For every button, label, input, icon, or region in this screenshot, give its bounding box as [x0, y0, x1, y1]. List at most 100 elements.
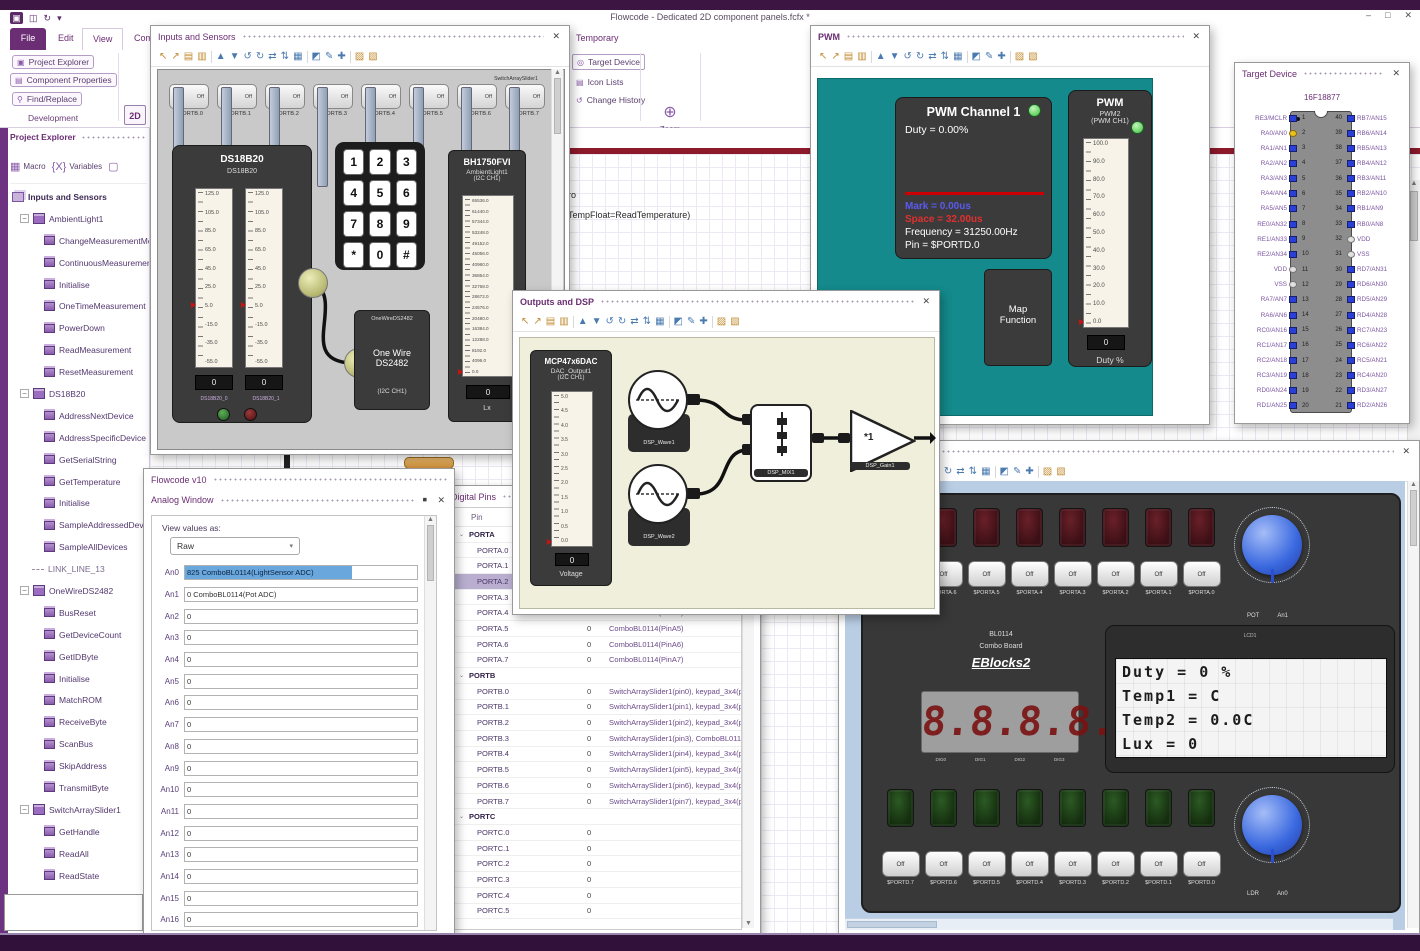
- dac-scale[interactable]: 5.0 4.5 4.0 3.5 3.0 2.5 2.0 1.5 1.0 0.5 0.0: [551, 391, 593, 547]
- tree-item[interactable]: − SkipAddress: [10, 755, 149, 777]
- keypad-key[interactable]: 2: [369, 149, 391, 175]
- pin-square-right[interactable]: [1347, 296, 1355, 304]
- pin-square-right[interactable]: [1347, 235, 1355, 243]
- eblocks-vscrollbar[interactable]: ▲: [1407, 481, 1419, 928]
- toolbar-icon[interactable]: ▤: [184, 50, 193, 63]
- pin-square-right[interactable]: [1347, 175, 1355, 183]
- scrollbar-thumb[interactable]: [1410, 191, 1418, 241]
- toolbar-icon[interactable]: [572, 315, 574, 328]
- pin-square-right[interactable]: [1347, 311, 1355, 319]
- channel-value-field[interactable]: 825 ComboBL0114(LightSensor ADC): [184, 565, 418, 581]
- scrollbar-thumb[interactable]: [427, 525, 434, 581]
- dock-icon[interactable]: ◾: [421, 496, 430, 504]
- close-icon[interactable]: ✕: [1400, 446, 1412, 457]
- channel-value-field[interactable]: 0: [184, 847, 418, 863]
- toolbar-icon[interactable]: ▲: [216, 50, 226, 63]
- pin-square-left[interactable]: [1289, 357, 1297, 364]
- explorer-tab-macro[interactable]: ▦ Macro: [10, 160, 46, 173]
- toolbar-icon[interactable]: ↺: [904, 50, 912, 63]
- toolbar-icon[interactable]: ✎: [985, 50, 993, 63]
- toolbar-icon[interactable]: ▨: [355, 50, 364, 63]
- tree-item[interactable]: − AddressSpecificDevice: [10, 427, 149, 449]
- digital-pin-row[interactable]: ⌄ PORTC.0 0: [451, 825, 741, 841]
- digital-pin-row[interactable]: ⌄ PORTB.0 0 SwitchArraySlider1(pin0), ke…: [451, 684, 741, 700]
- eblocks-hscrollbar[interactable]: [845, 918, 1393, 930]
- close-icon[interactable]: ✕: [550, 31, 562, 42]
- pin-square-left[interactable]: [1289, 114, 1297, 122]
- digital-pin-row[interactable]: ⌄ PORTC.5 0: [451, 904, 741, 920]
- toolbar-icon[interactable]: ▤: [546, 315, 555, 328]
- toolbar-icon[interactable]: ↻: [256, 50, 264, 63]
- pin-square-left[interactable]: [1289, 281, 1297, 289]
- toolbar-icon[interactable]: ✎: [325, 50, 333, 63]
- slider-switch[interactable]: Off: [361, 84, 401, 187]
- slider-switch[interactable]: Off: [409, 84, 449, 187]
- toolbar-icon[interactable]: ↺: [244, 50, 252, 63]
- onewire-block[interactable]: OneWireDS2482 One Wire DS2482 (I2C CH1): [354, 310, 430, 410]
- check-target-device[interactable]: ◎ Target Device: [572, 54, 645, 70]
- tree-item[interactable]: − ReadAll: [10, 843, 149, 865]
- analog-titlebar[interactable]: Analog Window ◾ ✕: [144, 490, 454, 510]
- digital-pin-row[interactable]: ⌄ PORTB.1 0 SwitchArraySlider1(pin1), ke…: [451, 700, 741, 716]
- scroll-down-icon[interactable]: ▼: [743, 920, 754, 927]
- tree-item[interactable]: − TransmitByte: [10, 777, 149, 799]
- digital-pin-row[interactable]: ⌄ PORTB.7 0 SwitchArraySlider1(pin7), ke…: [451, 794, 741, 810]
- close-icon[interactable]: ✕: [1390, 68, 1402, 79]
- pin-square-left[interactable]: [1289, 159, 1297, 167]
- pin-square-left[interactable]: [1289, 372, 1297, 380]
- ds18b20-scale-2[interactable]: 125.0 105.0 85.0 65.0 45.0 25.0 5.0 -15.0 -35.0 -…: [245, 188, 283, 368]
- target-device-window[interactable]: Target Device ✕ 16F18877 RE3/MCLR 1 40 R…: [1234, 62, 1410, 424]
- toolbar-icon[interactable]: ▨: [1043, 465, 1052, 478]
- toolbar-icon[interactable]: ↖: [159, 50, 167, 63]
- digital-pin-row[interactable]: ⌄ PORTB.3 0 SwitchArraySlider1(pin3), Co…: [451, 731, 741, 747]
- ds18b20-tag-2[interactable]: DS18B20_1: [239, 396, 293, 402]
- channel-value-field[interactable]: 0: [184, 673, 418, 689]
- scrollbar-thumb[interactable]: [847, 921, 937, 928]
- toolbar-icon[interactable]: [870, 50, 872, 63]
- tree-item[interactable]: − ReadState: [10, 865, 149, 887]
- toggle-switch[interactable]: Off: [1053, 851, 1092, 877]
- channel-value-field[interactable]: 0: [184, 630, 418, 646]
- digital-pin-row[interactable]: ⌄ PORTA.5 0 ComboBL0114(PinA5): [451, 621, 741, 637]
- redo-icon[interactable]: ↻: [44, 12, 52, 24]
- tree-item[interactable]: − SampleAllDevices: [10, 536, 149, 558]
- pwm-slider-scale[interactable]: 100.0 90.0 80.0 70.0 60.0 50.0 40.0 30.0 20.0 10.…: [1083, 138, 1129, 328]
- tree-item[interactable]: − PowerDown: [10, 317, 149, 339]
- qat-more-icon[interactable]: ▾: [57, 12, 62, 24]
- toolbar-icon[interactable]: [210, 50, 212, 63]
- explorer-tab-variables[interactable]: {X} Variables: [52, 161, 102, 173]
- analog-window[interactable]: Flowcode v10 Analog Window ◾ ✕ View valu…: [143, 468, 455, 935]
- keypad-key[interactable]: 9: [395, 211, 417, 237]
- digital-pin-row[interactable]: ⌄ PORTA.6 0 ComboBL0114(PinA6): [451, 637, 741, 653]
- tree-item[interactable]: − SwitchArraySlider1: [10, 799, 149, 821]
- digital-pin-row[interactable]: ⌄ PORTA.7 0 ComboBL0114(PinA7): [451, 653, 741, 669]
- toolbar-icon[interactable]: [349, 50, 351, 63]
- toolbar-icon[interactable]: ▦: [293, 50, 302, 63]
- digital-pin-row[interactable]: ⌄ PORTB.2 0 SwitchArraySlider1(pin2), ke…: [451, 715, 741, 731]
- channel-value-field[interactable]: 0: [184, 825, 418, 841]
- toolbar-icon[interactable]: [1037, 465, 1039, 478]
- tree-item[interactable]: − GetHandle: [10, 821, 149, 843]
- close-icon[interactable]: ✕: [1190, 31, 1202, 42]
- digital-pin-row[interactable]: ⌄ PORTC: [451, 809, 741, 826]
- switch-knob[interactable]: [317, 87, 328, 187]
- expander-icon[interactable]: −: [20, 214, 29, 224]
- pwm-window-titlebar[interactable]: PWM ✕: [811, 26, 1209, 47]
- toolbar-icon[interactable]: ◩: [674, 315, 683, 328]
- pin-square-left[interactable]: [1289, 296, 1297, 304]
- dac-panel[interactable]: MCP47x6DAC DAC_Output1 (I2C CH1) 5.0 4.5 4…: [530, 350, 612, 586]
- ds18b20-scale-1[interactable]: 125.0 105.0 85.0 65.0 45.0 25.0 5.0 -15.0 -35.0 -…: [195, 188, 233, 368]
- toolbar-icon[interactable]: ↖: [819, 50, 827, 63]
- tree-item[interactable]: − AmbientLight1: [10, 208, 149, 230]
- digital-pin-row[interactable]: ⌄ PORTC.1 0: [451, 841, 741, 857]
- tree-item[interactable]: − ReceiveByte: [10, 711, 149, 733]
- toolbar-icon[interactable]: ▥: [559, 315, 568, 328]
- tab-temporary[interactable]: Temporary: [566, 28, 629, 50]
- outputs-dsp-window[interactable]: Outputs and DSP ✕ ↖ ↗ ▤ ▥ ▲ ▼ ↺ ↻ ⇄ ⇅ ▦ ◩ ✎ ✚ ▨ ▧ MCP47…: [512, 290, 940, 615]
- close-icon[interactable]: ✕: [920, 296, 932, 307]
- tree-item[interactable]: − GetDeviceCount: [10, 624, 149, 646]
- toolbar-icon[interactable]: ▧: [730, 315, 739, 328]
- ds18b20-tag-1[interactable]: DS18B20_0: [187, 396, 241, 402]
- toolbar-icon[interactable]: ▨: [1015, 50, 1024, 63]
- toolbar-icon[interactable]: ▼: [592, 315, 602, 328]
